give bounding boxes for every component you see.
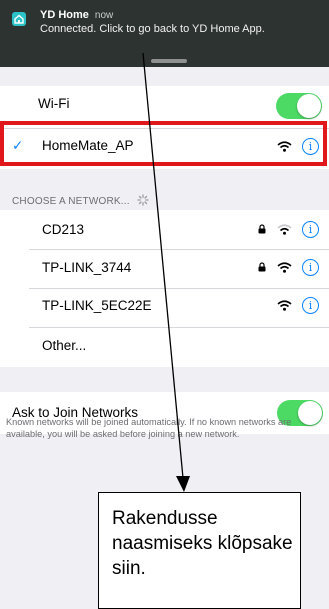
- notification-message: Connected. Click to go back to YD Home A…: [40, 23, 265, 35]
- network-info-icon[interactable]: i: [302, 297, 319, 314]
- wifi-signal-icon: [277, 300, 292, 311]
- network-info-icon[interactable]: i: [302, 221, 319, 238]
- lock-icon: [258, 224, 266, 234]
- notification-banner[interactable]: YD Home now Connected. Click to go back t…: [0, 0, 329, 67]
- wifi-toggle[interactable]: [276, 93, 322, 119]
- banner-drag-handle[interactable]: [151, 59, 187, 63]
- wifi-signal-icon: [277, 262, 292, 273]
- notification-time: now: [94, 10, 114, 21]
- network-name: TP-LINK_3744: [42, 260, 132, 275]
- wifi-label: Wi-Fi: [38, 96, 70, 111]
- ask-to-join-footnote: Known networks will be joined automatica…: [6, 417, 292, 439]
- network-name: CD213: [42, 222, 85, 237]
- row-divider: [29, 288, 329, 289]
- row-divider: [29, 327, 329, 328]
- instruction-callout: Rakendusse naasmiseks klõpsake siin.: [98, 492, 301, 609]
- row-divider: [29, 249, 329, 250]
- callout-text: Rakendusse naasmiseks klõpsake siin.: [112, 508, 293, 579]
- other-network-label: Other...: [42, 338, 87, 353]
- notification-app-name: YD Home: [40, 9, 89, 21]
- networks-section: CD213 i TP-LINK_3744 i TP-LINK_5EC22E i …: [0, 210, 329, 367]
- highlight-box: [0, 121, 327, 166]
- yd-home-app-icon: [12, 12, 26, 26]
- notification-title: YD Home now: [40, 9, 113, 21]
- loading-spinner-icon: [137, 194, 149, 206]
- networks-header-label: CHOOSE A NETWORK...: [12, 196, 130, 207]
- wifi-signal-icon: [277, 224, 292, 235]
- network-name: TP-LINK_5EC22E: [42, 298, 152, 313]
- lock-icon: [258, 262, 266, 272]
- network-info-icon[interactable]: i: [302, 259, 319, 276]
- networks-section-header: CHOOSE A NETWORK...: [12, 194, 149, 207]
